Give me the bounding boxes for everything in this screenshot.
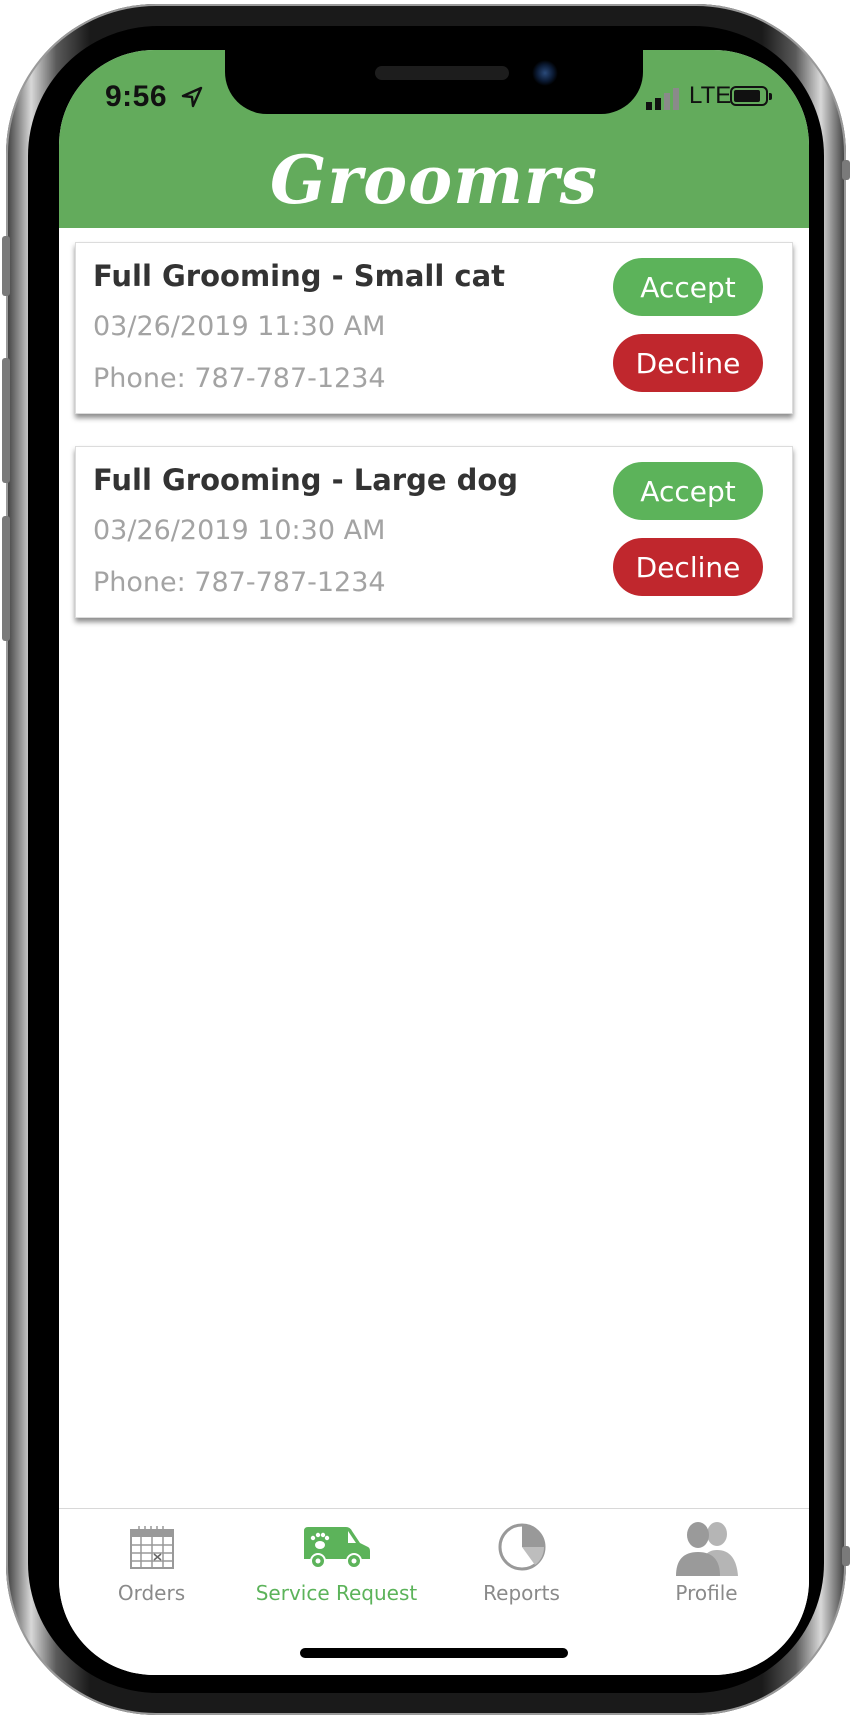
request-phone: Phone: 787-787-1234	[93, 567, 386, 598]
calendar-icon	[117, 1519, 187, 1575]
tab-label: Orders	[117, 1581, 186, 1605]
accept-button[interactable]: Accept	[613, 462, 763, 520]
location-arrow-icon	[181, 86, 203, 108]
request-datetime: 03/26/2019 11:30 AM	[93, 311, 386, 342]
decline-button[interactable]: Decline	[613, 334, 763, 392]
tab-profile[interactable]: Profile	[614, 1509, 799, 1609]
decline-button[interactable]: Decline	[613, 538, 763, 596]
signal-icon	[646, 88, 679, 110]
request-card: Full Grooming - Large dog 03/26/2019 10:…	[75, 446, 793, 618]
request-datetime: 03/26/2019 10:30 AM	[93, 515, 386, 546]
tab-reports[interactable]: Reports	[429, 1509, 614, 1609]
battery-icon	[730, 86, 768, 106]
logo-text: Groomrs	[270, 141, 598, 219]
side-button-top	[842, 160, 850, 180]
accept-button[interactable]: Accept	[613, 258, 763, 316]
status-time: 9:56	[105, 80, 168, 113]
home-indicator[interactable]	[300, 1648, 568, 1658]
request-title: Full Grooming - Large dog	[93, 463, 519, 497]
tab-label: Reports	[483, 1581, 560, 1605]
volume-down-button	[2, 516, 10, 641]
front-camera	[532, 60, 558, 86]
battery-level	[734, 90, 760, 102]
pie-chart-icon	[487, 1519, 557, 1575]
tab-orders[interactable]: Orders	[59, 1509, 244, 1609]
volume-up-button	[2, 358, 10, 483]
tab-label: Profile	[675, 1581, 738, 1605]
van-icon	[302, 1519, 372, 1575]
app-screen: 9:56 LTE Groomrs Full Grooming - Small c…	[59, 50, 809, 1675]
speaker-grille	[375, 66, 509, 80]
request-card: Full Grooming - Small cat 03/26/2019 11:…	[75, 242, 793, 414]
tab-label: Service Request	[255, 1581, 418, 1605]
mute-switch	[2, 236, 10, 296]
request-phone: Phone: 787-787-1234	[93, 363, 386, 394]
network-label: LTE	[689, 82, 732, 109]
users-icon	[672, 1519, 742, 1576]
battery-cap	[769, 93, 772, 100]
device-notch	[225, 50, 643, 114]
side-button-bottom	[842, 1546, 850, 1566]
app-logo: Groomrs	[59, 132, 809, 228]
request-title: Full Grooming - Small cat	[93, 259, 506, 293]
tab-service-request[interactable]: Service Request	[244, 1509, 429, 1609]
